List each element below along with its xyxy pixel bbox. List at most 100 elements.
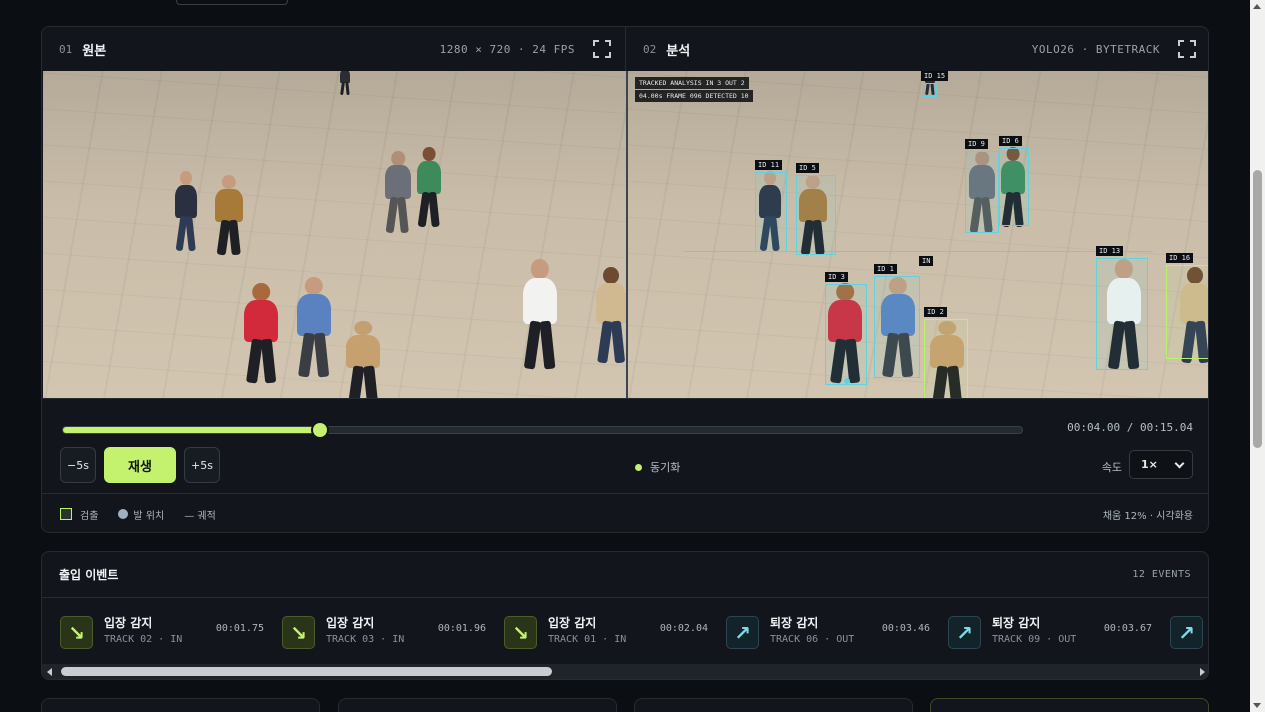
entry-arrow-icon: ↘ — [504, 616, 537, 649]
foot-dot-icon — [118, 509, 129, 519]
event-item[interactable]: ↗ 퇴장 감지 TRACK 06 · OUT 00:03.46 — [726, 614, 948, 650]
scrollbar-thumb[interactable] — [1253, 170, 1262, 448]
original-pane-header: 01 원본 1280 × 720 · 24 FPS — [42, 27, 626, 71]
person-figure — [591, 267, 626, 364]
entry-arrow-icon: ↘ — [60, 616, 93, 649]
event-title: 입장 감지 — [104, 616, 153, 630]
event-track: TRACK 06 · OUT — [770, 634, 855, 645]
bounding-box: ID 16 — [1166, 253, 1208, 359]
rewind-5s-button[interactable]: −5s — [60, 447, 96, 483]
events-header: 출입 이벤트 12 EVENTS — [42, 552, 1208, 598]
sync-status-dot — [635, 463, 642, 471]
event-item[interactable]: ↘ 입장 감지 TRACK 03 · IN 00:01.96 — [282, 614, 504, 650]
event-title: 입장 감지 — [548, 616, 597, 630]
original-video-frame[interactable] — [43, 71, 626, 398]
bounding-box: ID 2 — [924, 307, 968, 398]
page-scrollbar[interactable] — [1250, 0, 1265, 712]
analysis-video-frame[interactable]: TRACKED ANALYSIS IN 3 OUT 2 04.00s FRAME… — [627, 71, 1208, 398]
exit-arrow-icon: ↗ — [948, 616, 981, 649]
pane-title: 분석 — [666, 43, 691, 59]
stat-card — [634, 698, 913, 712]
event-track: TRACK 09 · OUT — [992, 634, 1077, 645]
entry-arrow-icon: ↘ — [282, 616, 315, 649]
event-title: 퇴장 감지 — [992, 616, 1041, 630]
detection-box-icon — [60, 508, 72, 520]
scroll-up-icon[interactable] — [1253, 4, 1261, 9]
event-time: 00:01.75 — [215, 623, 264, 634]
frame-hud: 04.00s FRAME 096 DETECTED 10 — [635, 90, 753, 102]
events-list[interactable]: ↘ 입장 감지 TRACK 02 · IN 00:01.75 ↘ 입장 감지 TRACK 0… — [42, 598, 1208, 666]
counting-line — [683, 251, 1153, 252]
pane-number: 02 — [643, 42, 657, 56]
scrollbar-thumb[interactable] — [61, 667, 552, 676]
fullscreen-icon[interactable] — [593, 40, 611, 58]
track-id-label: ID 3 — [825, 272, 848, 282]
event-track: TRACK 01 · IN — [548, 634, 627, 645]
event-title: 입장 감지 — [326, 616, 375, 630]
person-figure — [341, 321, 385, 398]
sync-status[interactable]: 동기화 — [635, 459, 680, 475]
event-time: 00:01.96 — [437, 623, 486, 634]
person-figure — [381, 151, 415, 234]
bounding-box: ID 5 — [796, 163, 836, 255]
events-title: 출입 이벤트 — [59, 568, 119, 582]
pane-divider — [626, 71, 628, 398]
stat-card — [930, 698, 1209, 712]
track-id-label: ID 9 — [965, 139, 988, 149]
model-meta: YOLO26 · BYTETRACK — [1031, 42, 1160, 56]
event-time: 00:03.67 — [1103, 623, 1152, 634]
timeline-handle[interactable] — [313, 423, 327, 437]
timeline-scrubber[interactable] — [62, 423, 1023, 437]
stat-card — [338, 698, 617, 712]
legend-trail: — 궤적 — [184, 507, 216, 522]
scroll-down-icon[interactable] — [1253, 703, 1261, 708]
exit-arrow-icon: ↗ — [1170, 616, 1203, 649]
line-label: IN — [919, 256, 934, 266]
events-panel: 출입 이벤트 12 EVENTS ↘ 입장 감지 TRACK 02 · IN 00:0… — [41, 551, 1209, 680]
sync-label: 동기화 — [650, 461, 681, 474]
event-time: 00:03.46 — [881, 623, 930, 634]
exit-arrow-icon: ↗ — [726, 616, 759, 649]
track-id-label: ID 1 — [874, 264, 897, 274]
fullscreen-icon[interactable] — [1178, 40, 1196, 58]
event-item[interactable]: ↘ 입장 감지 TRACK 02 · IN 00:01.75 — [60, 614, 282, 650]
top-input-stub[interactable] — [176, 0, 288, 5]
foot-position-dot — [844, 378, 850, 384]
legend-label: 검출 — [80, 510, 99, 522]
timeline-progress — [63, 427, 320, 433]
horizontal-scrollbar[interactable] — [42, 664, 1208, 679]
bounding-box: ID 9 — [965, 139, 999, 233]
event-item[interactable]: ↗ 퇴장 감지 TRACK 09 · OUT 00:03.67 — [948, 614, 1170, 650]
scroll-right-icon[interactable] — [1200, 668, 1205, 676]
bounding-box: ID 11 — [755, 160, 787, 252]
event-time: 00:02.04 — [659, 623, 708, 634]
person-figure — [338, 71, 352, 96]
chevron-down-icon — [1174, 458, 1185, 469]
speed-select[interactable]: 1× — [1129, 450, 1193, 479]
video-player-card: 01 원본 1280 × 720 · 24 FPS 02 분석 YOLO26 ·… — [41, 26, 1209, 533]
bounding-box: ID 1 — [874, 264, 920, 378]
bounding-box: ID 15 — [921, 71, 949, 97]
event-item[interactable]: ↘ 입장 감지 TRACK 01 · IN 00:02.04 — [504, 614, 726, 650]
event-title: 퇴장 감지 — [770, 616, 819, 630]
event-track: TRACK 02 · IN — [104, 634, 183, 645]
events-count: 12 EVENTS — [1132, 569, 1191, 580]
playback-controls: 00:04.00 / 00:15.04 −5s 재생 +5s 동기화 속도 1× — [42, 398, 1208, 493]
scroll-left-icon[interactable] — [47, 668, 52, 676]
event-item[interactable]: ↗ — [1170, 614, 1208, 650]
legend-foot-position: 발 위치 — [118, 507, 164, 522]
playback-time: 00:04.00 / 00:15.04 — [1067, 421, 1193, 434]
track-id-label: ID 16 — [1166, 253, 1194, 263]
legend-label: — 궤적 — [184, 510, 216, 522]
track-id-label: ID 13 — [1096, 246, 1124, 256]
track-id-label: ID 15 — [921, 71, 949, 81]
event-track: TRACK 03 · IN — [326, 634, 405, 645]
video-meta: 1280 × 720 · 24 FPS — [439, 42, 575, 56]
bounding-box: ID 6 — [999, 136, 1029, 226]
forward-5s-button[interactable]: +5s — [184, 447, 220, 483]
person-figure — [291, 277, 337, 378]
person-figure — [239, 283, 283, 384]
fill-note: 채움 12% · 시각화용 — [1102, 510, 1193, 522]
pane-title: 원본 — [82, 43, 107, 59]
play-button[interactable]: 재생 — [104, 447, 176, 483]
